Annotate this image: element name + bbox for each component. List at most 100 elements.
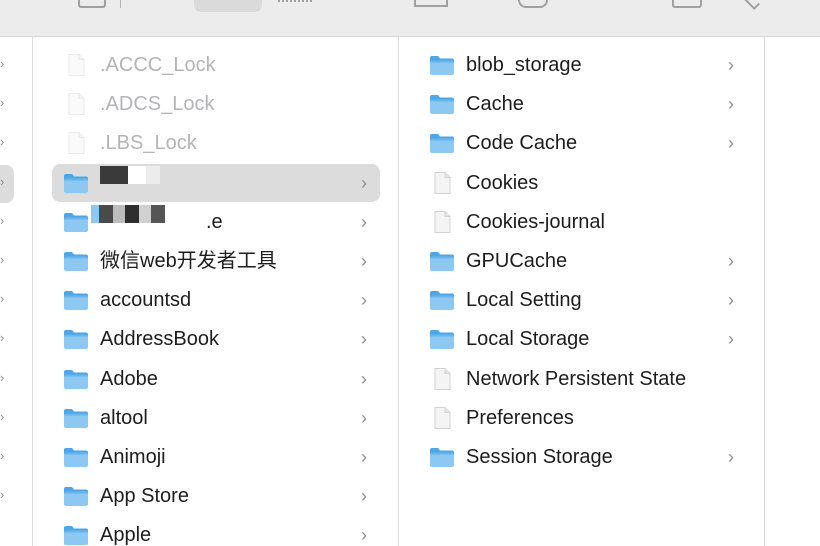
list-item[interactable]: › bbox=[33, 163, 398, 202]
chevron-right-icon: › bbox=[361, 251, 367, 271]
folder-icon bbox=[429, 93, 455, 115]
file-icon bbox=[429, 171, 455, 194]
file-icon bbox=[63, 54, 89, 76]
file-icon bbox=[63, 132, 89, 155]
item-label: 微信web开发者工具 bbox=[100, 250, 277, 272]
folder-icon bbox=[63, 368, 89, 390]
chevron-right-icon: › bbox=[0, 252, 5, 267]
list-item[interactable]: accountsd › bbox=[33, 281, 398, 319]
list-item[interactable]: 微信web开发者工具 › bbox=[33, 242, 398, 280]
file-icon bbox=[63, 93, 89, 116]
item-label: Session Storage bbox=[466, 446, 613, 468]
list-item[interactable]: blob_storage › bbox=[399, 46, 764, 84]
file-icon bbox=[429, 210, 455, 233]
folder-icon bbox=[63, 250, 89, 272]
file-icon bbox=[429, 367, 455, 390]
folder-icon bbox=[63, 328, 89, 350]
item-label: GPUCache bbox=[466, 250, 568, 272]
list-item[interactable]: Apple › bbox=[33, 516, 398, 546]
chevron-right-icon: › bbox=[0, 95, 5, 111]
chevron-right-icon: › bbox=[361, 172, 367, 193]
share-icon[interactable] bbox=[518, 0, 548, 8]
item-label: blob_storage bbox=[466, 54, 582, 76]
list-item[interactable]: Cookies-journal bbox=[399, 203, 764, 241]
list-item[interactable]: Local Setting › bbox=[399, 281, 764, 319]
item-label: .LBS_Lock bbox=[100, 132, 197, 155]
folder-icon bbox=[63, 172, 89, 194]
redacted-name bbox=[100, 164, 160, 186]
toolbar-divider bbox=[120, 0, 121, 8]
chevron-right-icon: › bbox=[728, 251, 734, 271]
item-label: Local Storage bbox=[466, 328, 590, 351]
item-label: Preferences bbox=[466, 406, 574, 429]
list-item[interactable]: .e › bbox=[33, 203, 398, 241]
list-item[interactable]: App Store › bbox=[33, 477, 398, 515]
chevron-right-icon: › bbox=[361, 525, 367, 546]
empty-column bbox=[765, 37, 820, 546]
item-label: altool bbox=[100, 406, 148, 429]
list-item[interactable]: Session Storage › bbox=[399, 438, 764, 476]
chevron-right-icon: › bbox=[361, 486, 367, 507]
item-label: Cache bbox=[466, 93, 524, 116]
list-item[interactable]: Cache › bbox=[399, 85, 764, 123]
file-icon bbox=[429, 406, 455, 429]
folder-icon bbox=[63, 289, 89, 311]
chevron-right-icon: › bbox=[728, 329, 734, 350]
list-item[interactable]: .LBS_Lock bbox=[33, 124, 398, 162]
folder-icon bbox=[63, 407, 89, 429]
item-label: Cookies bbox=[466, 171, 539, 194]
item-label: accountsd bbox=[100, 289, 192, 312]
folder-icon bbox=[63, 524, 89, 546]
view-list-icon[interactable] bbox=[278, 0, 312, 5]
list-item[interactable]: Cookies bbox=[399, 164, 764, 202]
chevron-right-icon: › bbox=[728, 290, 734, 311]
list-item[interactable]: Animoji › bbox=[33, 438, 398, 476]
list-item[interactable]: GPUCache › bbox=[399, 242, 764, 280]
view-columns-icon[interactable] bbox=[194, 0, 262, 12]
chevron-right-icon: › bbox=[0, 487, 5, 503]
middle-column: .ACCC_Lock .ADCS_Lock .LBS_Lock › .e › 微信web开发… bbox=[33, 37, 399, 546]
chevron-right-icon: › bbox=[361, 211, 367, 232]
chevron-right-icon: › bbox=[0, 291, 5, 307]
item-label: .ADCS_Lock bbox=[100, 93, 215, 116]
contents-column: blob_storage › Cache › Code Cache › Cookies Coo… bbox=[399, 37, 765, 546]
list-item[interactable]: .ADCS_Lock bbox=[33, 85, 398, 123]
item-label: Local Setting bbox=[466, 289, 582, 312]
list-item[interactable]: altool › bbox=[33, 399, 398, 437]
folder-icon bbox=[63, 446, 89, 468]
view-grid-icon[interactable] bbox=[78, 0, 106, 8]
item-label: .e bbox=[206, 210, 223, 233]
item-label: Adobe bbox=[100, 367, 158, 390]
chevron-right-icon: › bbox=[0, 408, 5, 424]
folder-icon bbox=[429, 328, 455, 350]
list-item[interactable]: .ACCC_Lock bbox=[33, 46, 398, 84]
list-item[interactable]: AddressBook › bbox=[33, 320, 398, 358]
gallery-icon[interactable] bbox=[414, 0, 448, 7]
chevron-right-icon: › bbox=[0, 134, 5, 150]
tag-icon[interactable] bbox=[740, 0, 760, 10]
list-item[interactable]: Adobe › bbox=[33, 360, 398, 398]
folder-icon bbox=[429, 446, 455, 468]
chevron-right-icon: › bbox=[361, 290, 367, 311]
item-label: Code Cache bbox=[466, 132, 578, 155]
item-label: .ACCC_Lock bbox=[100, 54, 216, 76]
chevron-right-icon: › bbox=[0, 448, 5, 463]
folder-icon bbox=[429, 54, 455, 76]
chevron-right-icon: › bbox=[0, 369, 5, 385]
folder-icon bbox=[429, 132, 455, 154]
list-item[interactable]: Preferences bbox=[399, 399, 764, 437]
item-label: Animoji bbox=[100, 446, 166, 468]
list-item[interactable]: Network Persistent State bbox=[399, 360, 764, 398]
list-item[interactable]: Local Storage › bbox=[399, 320, 764, 358]
chevron-right-icon: › bbox=[728, 55, 734, 75]
parent-column: › › › › › › › › › › › › bbox=[0, 37, 33, 546]
group-icon[interactable] bbox=[672, 0, 702, 8]
chevron-right-icon: › bbox=[0, 330, 5, 346]
list-item[interactable]: Code Cache › bbox=[399, 124, 764, 162]
item-label: AddressBook bbox=[100, 328, 219, 351]
chevron-right-icon: › bbox=[728, 133, 734, 154]
item-label: Network Persistent State bbox=[466, 367, 687, 390]
chevron-right-icon: › bbox=[728, 94, 734, 115]
item-label: Apple bbox=[100, 524, 152, 546]
chevron-right-icon: › bbox=[361, 447, 367, 467]
